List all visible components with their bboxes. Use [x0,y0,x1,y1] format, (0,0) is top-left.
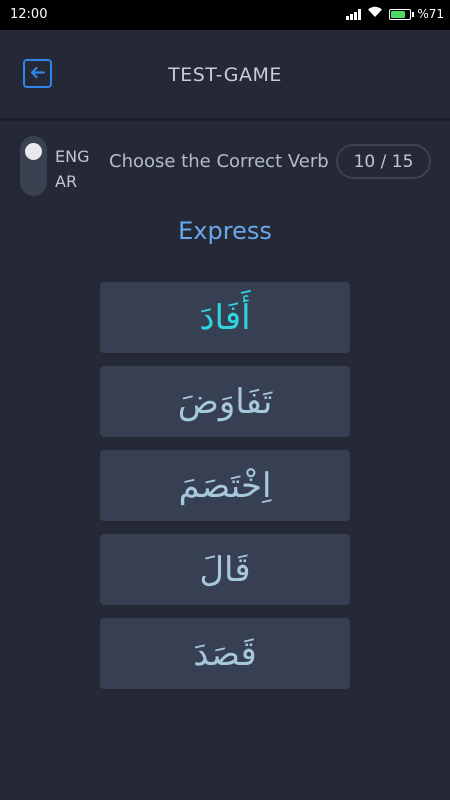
answer-option-1[interactable]: أَفَادَ [100,282,350,353]
battery-charging-icon [389,8,415,20]
status-time: 12:00 [10,7,48,22]
toggle-knob [25,143,42,160]
status-icons: %71 [346,6,444,22]
header: TEST-GAME [0,30,450,121]
status-bar: 12:00 %71 [0,0,450,30]
lang-ar-label: AR [55,172,78,191]
wifi-icon [367,6,383,22]
question-counter: 10 / 15 [336,144,431,179]
instruction-text: Choose the Correct Verb [109,151,329,172]
language-toggle[interactable] [20,136,47,196]
answer-option-4[interactable]: قَالَ [100,534,350,605]
lang-eng-label: ENG [55,147,90,166]
answer-option-5[interactable]: قَصَدَ [100,618,350,689]
battery-percent: %71 [417,7,444,21]
answer-option-3[interactable]: اِخْتَصَمَ [100,450,350,521]
signal-icon [346,8,362,20]
answer-option-2[interactable]: تَفَاوَضَ [100,366,350,437]
page-title: TEST-GAME [168,64,282,86]
target-word: Express [178,217,272,245]
